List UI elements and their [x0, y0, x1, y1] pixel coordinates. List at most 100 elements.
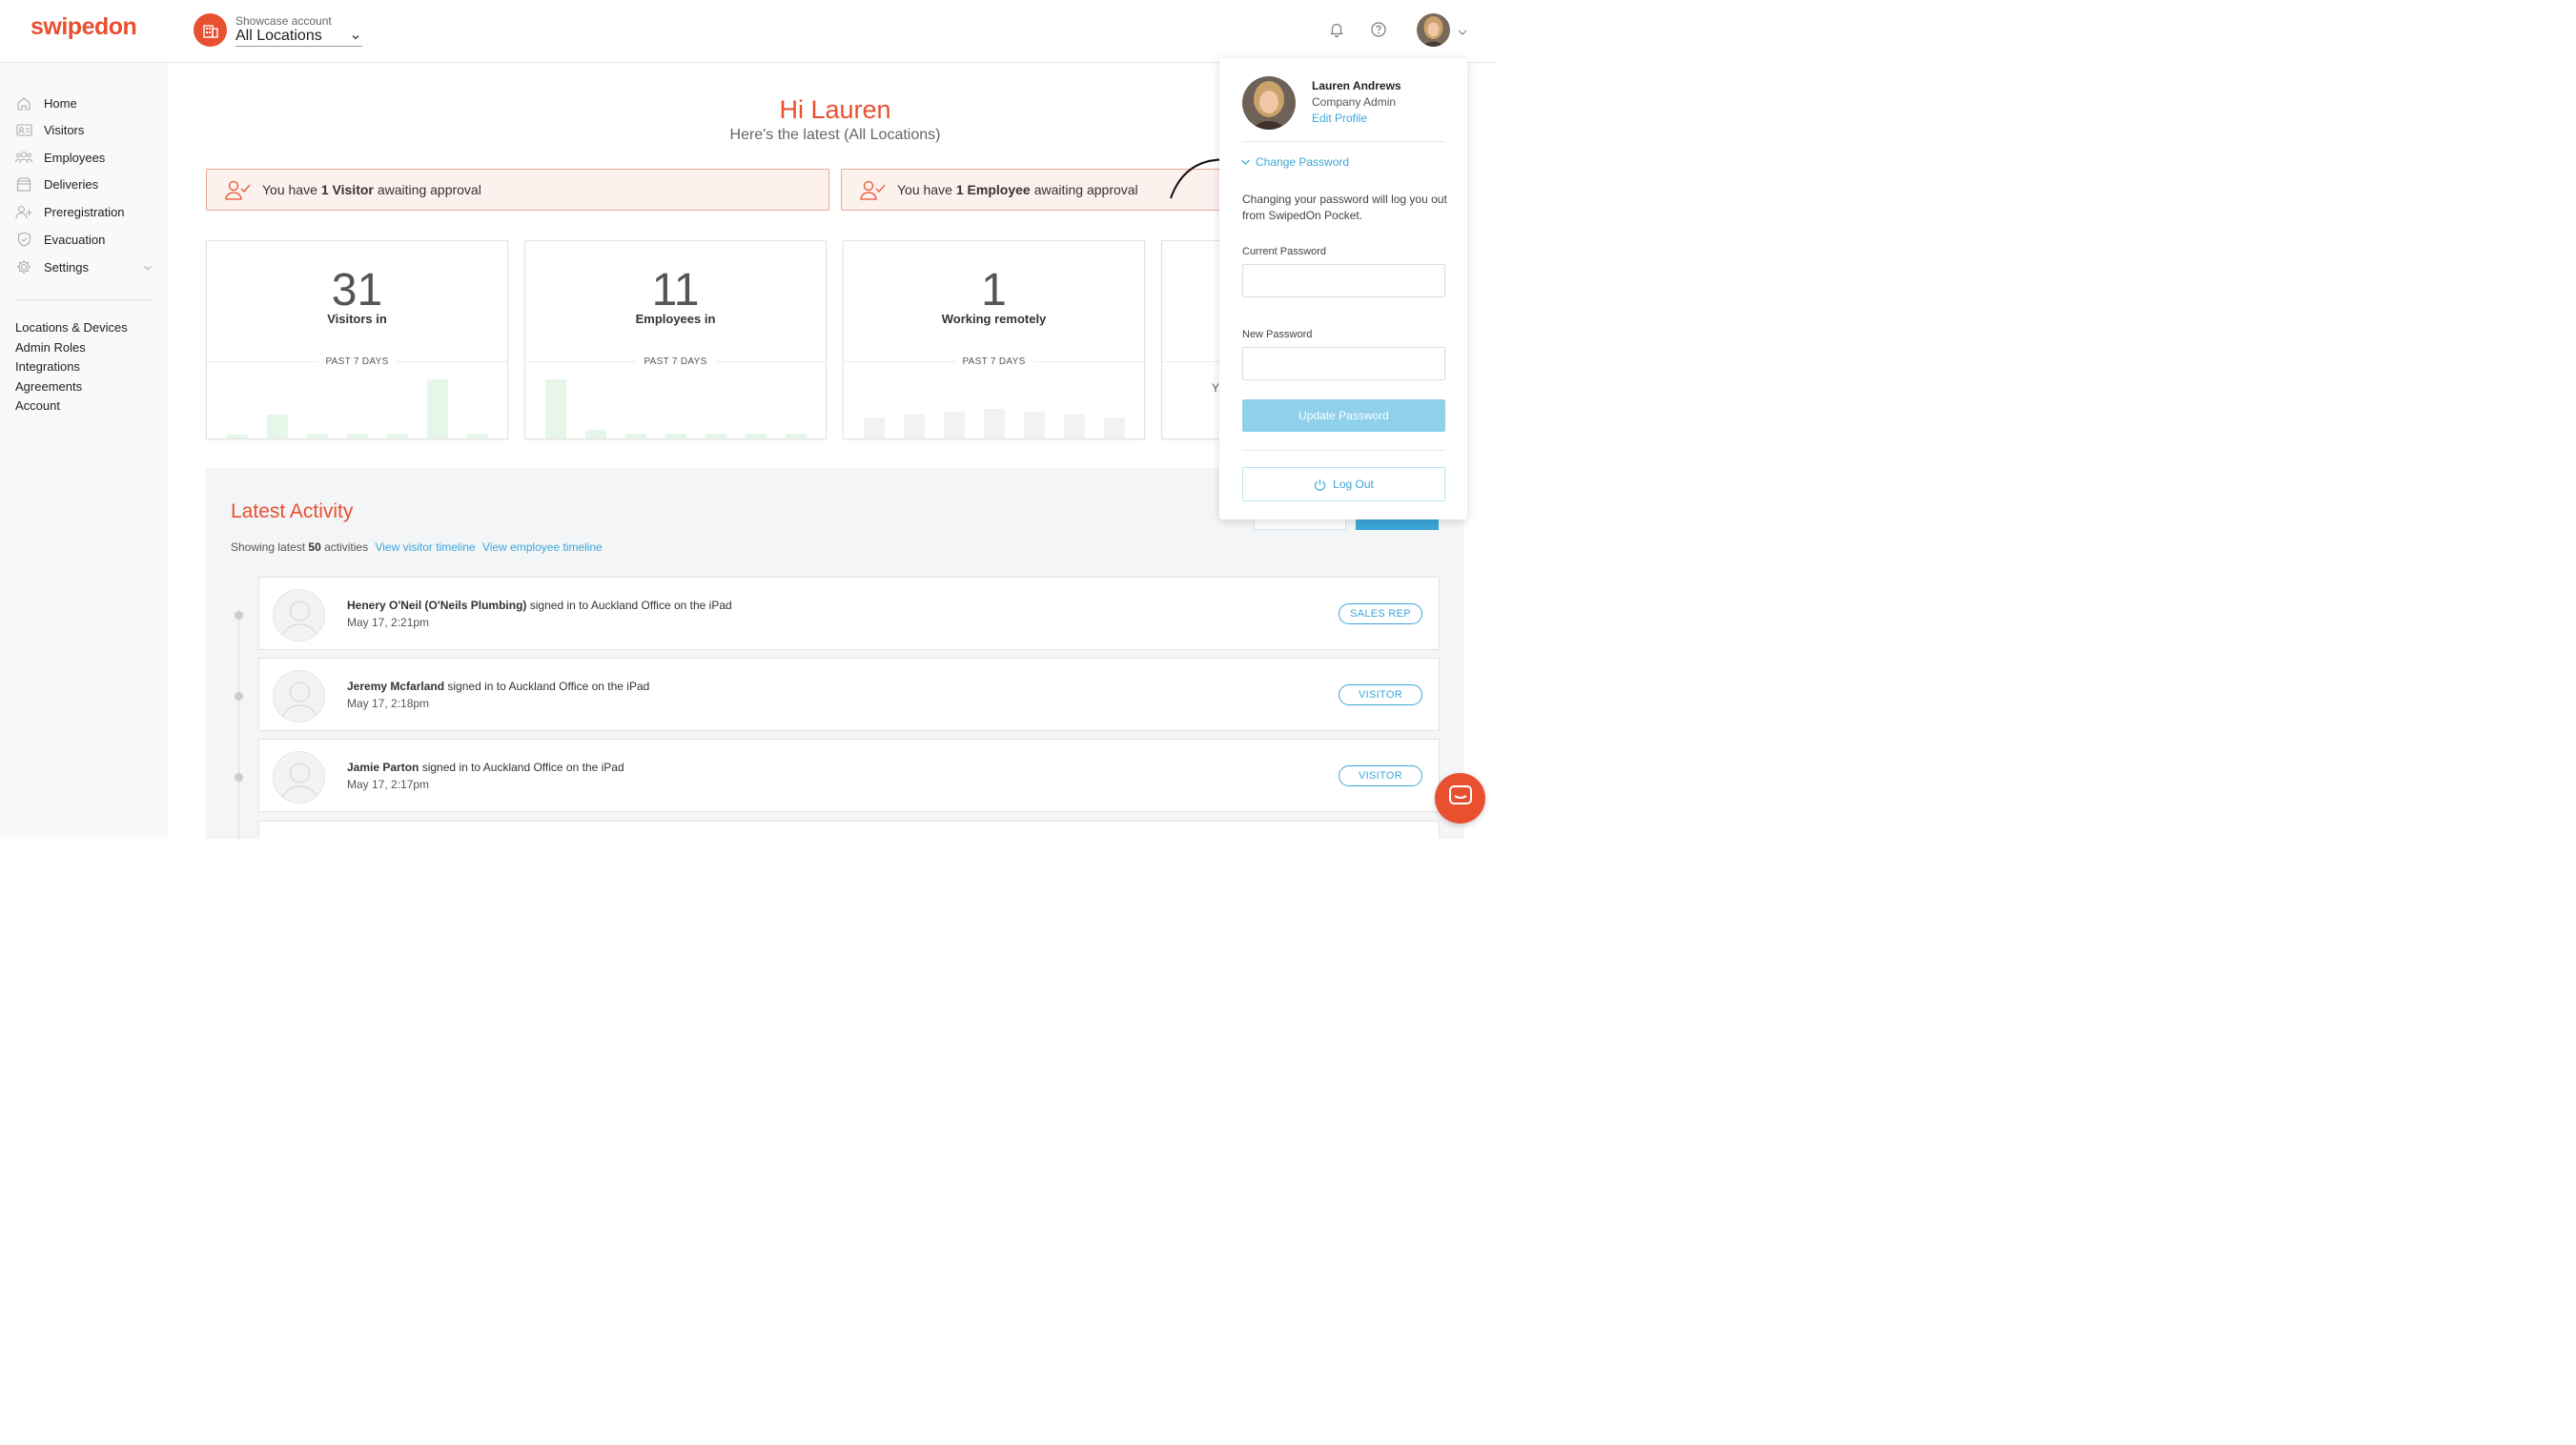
current-password-input[interactable] [1242, 264, 1445, 297]
sidebar-item-preregistration[interactable]: Preregistration [15, 202, 125, 221]
sidebar-link-admin-roles[interactable]: Admin Roles [15, 340, 86, 355]
activity-row[interactable] [258, 821, 1440, 839]
sidebar-link-locations-devices[interactable]: Locations & Devices [15, 320, 128, 335]
update-password-button[interactable]: Update Password [1242, 399, 1445, 432]
change-password-note: Changing your password will log you out … [1242, 193, 1447, 222]
add-user-icon [15, 204, 32, 219]
user-check-icon [859, 179, 886, 200]
activity-row[interactable]: Henery O'Neil (O'Neils Plumbing) signed … [258, 577, 1440, 650]
sidebar-item-evacuation[interactable]: Evacuation [15, 230, 105, 249]
stat-partial-text: Y [1212, 381, 1220, 395]
sidebar-link-integrations[interactable]: Integrations [15, 359, 80, 374]
chevron-down-icon [1240, 158, 1251, 166]
power-icon [1314, 478, 1326, 491]
activity-tag[interactable]: VISITOR [1339, 765, 1422, 786]
activity-text: Jeremy Mcfarland signed in to Auckland O… [347, 680, 649, 693]
stat-value: 1 [981, 265, 1007, 315]
view-employee-timeline-link[interactable]: View employee timeline [482, 540, 603, 554]
profile-dropdown: Lauren Andrews Company Admin Edit Profil… [1219, 58, 1467, 519]
activity-action: signed in to Auckland Office on the iPad [421, 761, 624, 774]
log-out-label: Log Out [1333, 478, 1374, 491]
log-out-button[interactable]: Log Out [1242, 467, 1445, 501]
current-password-label: Current Password [1242, 246, 1327, 257]
activity-time: May 17, 2:21pm [347, 616, 430, 629]
avatar-placeholder-icon [273, 670, 325, 722]
spark-bar [266, 415, 288, 438]
activity-tag[interactable]: VISITOR [1339, 684, 1422, 705]
activity-row[interactable]: Jamie Parton signed in to Auckland Offic… [258, 739, 1440, 812]
sidebar-item-deliveries[interactable]: Deliveries [15, 174, 98, 193]
chat-launcher-button[interactable] [1435, 773, 1485, 824]
sidebar-link-agreements[interactable]: Agreements [15, 379, 82, 394]
stat-divider [1162, 361, 1227, 362]
activity-time: May 17, 2:18pm [347, 697, 430, 710]
spark-bar [624, 434, 646, 438]
delivery-box-icon [15, 176, 32, 192]
activity-export-button[interactable] [1356, 519, 1439, 530]
spark-bar [983, 409, 1005, 438]
spark-bar [903, 415, 925, 438]
spark-bar [1103, 417, 1125, 438]
spark-bar [705, 434, 726, 438]
edit-profile-link[interactable]: Edit Profile [1312, 112, 1367, 125]
employees-icon [15, 150, 32, 165]
swipedon-logo[interactable]: swipedon [31, 13, 137, 41]
profile-avatar [1242, 76, 1296, 130]
stat-sparkbars [844, 372, 1144, 438]
building-icon [194, 13, 227, 47]
bell-icon[interactable] [1328, 21, 1345, 38]
sidebar: Home Visitors Employees Deliveries Prere… [0, 63, 169, 839]
sidebar-item-employees[interactable]: Employees [15, 148, 105, 167]
dropdown-divider [1242, 141, 1445, 142]
timeline-line [238, 609, 239, 839]
profile-role: Company Admin [1312, 95, 1397, 109]
shield-icon [15, 232, 32, 247]
timeline-dot [235, 611, 243, 620]
activity-summary-prefix: Showing latest [231, 540, 306, 554]
sidebar-divider [15, 299, 152, 300]
stat-period: PAST 7 DAYS [954, 356, 1033, 367]
help-icon[interactable] [1370, 21, 1387, 38]
sidebar-item-settings[interactable]: Settings [15, 257, 153, 276]
alert-suffix: awaiting approval [1033, 182, 1138, 197]
chevron-down-icon[interactable] [1457, 25, 1468, 42]
visitor-approval-alert[interactable]: You have 1 Visitor awaiting approval [206, 169, 829, 211]
activity-count: 50 [308, 540, 321, 554]
stat-card-remote[interactable]: 1 Working remotely PAST 7 DAYS [843, 240, 1145, 439]
spark-bar [426, 379, 448, 438]
location-select-value: All Locations [235, 28, 322, 44]
spark-bar [745, 434, 767, 438]
stat-card-visitors[interactable]: 31 Visitors in PAST 7 DAYS [206, 240, 508, 439]
stat-sparkbars [207, 372, 507, 438]
activity-person: Henery O'Neil (O'Neils Plumbing) [347, 599, 527, 612]
activity-action: signed in to Auckland Office on the iPad [447, 680, 650, 693]
alert-prefix: You have [262, 182, 317, 197]
spark-bar [1023, 412, 1045, 438]
new-password-input[interactable] [1242, 347, 1445, 380]
change-password-toggle[interactable]: Change Password [1240, 155, 1349, 169]
activity-text: Jamie Parton signed in to Auckland Offic… [347, 761, 624, 774]
user-avatar[interactable] [1417, 13, 1450, 47]
profile-name: Lauren Andrews [1312, 79, 1401, 92]
stat-card-partial[interactable]: Y [1161, 240, 1228, 439]
stat-label: Working remotely [941, 312, 1047, 326]
activity-tag[interactable]: SALES REP [1339, 603, 1422, 624]
spark-bar [584, 429, 606, 438]
view-visitor-timeline-link[interactable]: View visitor timeline [375, 540, 475, 554]
activity-filter-button[interactable] [1254, 519, 1346, 530]
user-check-icon [224, 179, 251, 200]
sidebar-item-visitors[interactable]: Visitors [15, 120, 84, 139]
spark-bar [306, 434, 328, 438]
sidebar-link-account[interactable]: Account [15, 398, 60, 413]
stat-value: 11 [651, 265, 700, 315]
sidebar-item-label: Evacuation [44, 232, 106, 247]
activity-row[interactable]: Jeremy Mcfarland signed in to Auckland O… [258, 658, 1440, 731]
alert-suffix: awaiting approval [377, 182, 481, 197]
sidebar-item-home[interactable]: Home [15, 93, 77, 112]
timeline-dot [235, 692, 243, 701]
stat-card-employees[interactable]: 11 Employees in PAST 7 DAYS [524, 240, 827, 439]
activity-action: signed in to Auckland Office on the iPad [529, 599, 732, 612]
new-password-label: New Password [1242, 329, 1313, 340]
activity-title: Latest Activity [231, 500, 354, 522]
location-select[interactable]: All Locations [235, 28, 362, 47]
